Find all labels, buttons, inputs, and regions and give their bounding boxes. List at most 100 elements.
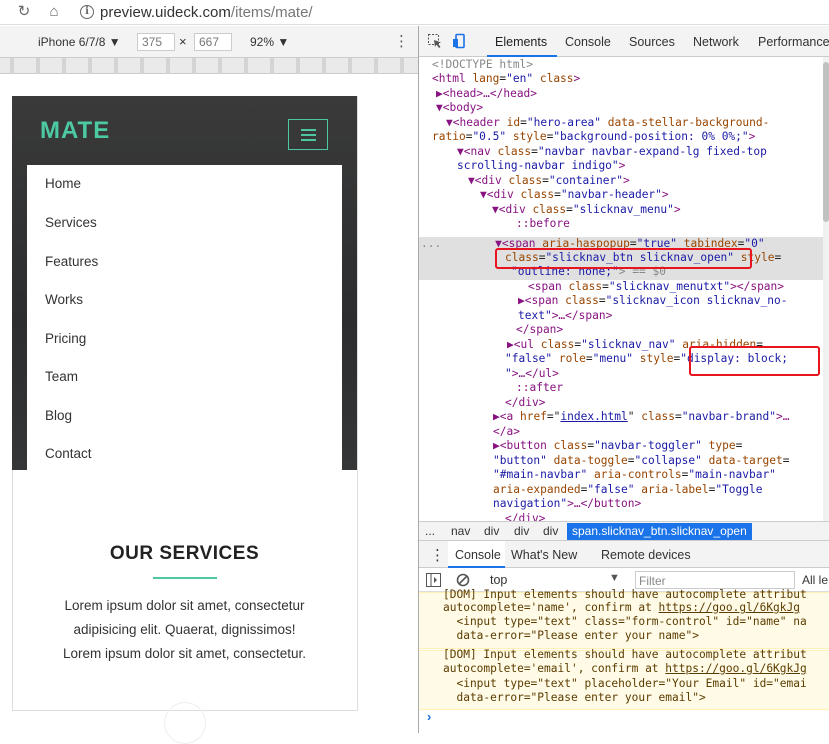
hamburger-icon bbox=[301, 129, 316, 131]
attr-value: "main-navbar" bbox=[688, 468, 776, 481]
line-menu[interactable]: ... bbox=[419, 237, 441, 250]
elements-scrollbar[interactable] bbox=[823, 57, 829, 521]
dom-line[interactable]: ▼<div class="container"> bbox=[419, 174, 829, 189]
dom-line[interactable]: </div> bbox=[419, 512, 829, 521]
attr-name: class bbox=[641, 410, 675, 423]
dom-line[interactable]: <span class="slicknav_menutxt"></span> bbox=[419, 280, 829, 295]
dom-line[interactable]: text">…</span> bbox=[419, 309, 829, 324]
dom-line[interactable]: <html lang="en" class> bbox=[419, 72, 829, 87]
tab-network[interactable]: Network bbox=[693, 35, 739, 49]
breadcrumb-item[interactable]: div bbox=[484, 524, 499, 538]
dom-line[interactable]: ▶<button class="navbar-toggler" type= bbox=[419, 439, 829, 454]
href-link[interactable]: index.html bbox=[560, 410, 627, 423]
menu-item-features[interactable]: Features bbox=[45, 254, 98, 269]
site-logo[interactable]: MATE bbox=[40, 117, 110, 145]
attr-value: "navbar-toggler" bbox=[594, 439, 702, 452]
dom-line[interactable]: ::before bbox=[419, 217, 829, 232]
console-text: autocomplete='email', confirm at bbox=[443, 662, 666, 675]
dom-line[interactable]: "button" data-toggle="collapse" data-tar… bbox=[419, 454, 829, 469]
breadcrumb-item[interactable]: div bbox=[514, 524, 529, 538]
breadcrumb-item-selected[interactable]: span.slicknav_btn.slicknav_open bbox=[567, 523, 752, 540]
attr-name: style bbox=[639, 352, 674, 365]
dom-line[interactable]: aria-expanded="false" aria-label="Toggle bbox=[419, 483, 829, 498]
dom-line[interactable]: ▶<span class="slicknav_icon slicknav_no- bbox=[419, 294, 829, 309]
context-select[interactable]: top bbox=[490, 573, 507, 587]
dom-line[interactable]: scrolling-navbar indigo"> bbox=[419, 159, 829, 174]
attr-name: lang bbox=[472, 72, 500, 85]
clear-console-icon[interactable] bbox=[456, 573, 470, 587]
menu-item-blog[interactable]: Blog bbox=[45, 408, 72, 423]
menu-item-works[interactable]: Works bbox=[45, 292, 83, 307]
dom-line[interactable]: </div> bbox=[419, 396, 829, 411]
menu-item-contact[interactable]: Contact bbox=[45, 446, 92, 461]
console-msg-line: [DOM] Input elements should have autocom… bbox=[443, 648, 807, 661]
drawer-tab-whats-new[interactable]: What's New bbox=[511, 548, 577, 562]
breadcrumb-item[interactable]: nav bbox=[451, 524, 470, 538]
dom-line[interactable]: <!DOCTYPE html> bbox=[419, 58, 829, 73]
home-icon[interactable]: ⌂ bbox=[44, 3, 64, 21]
tab-elements[interactable]: Elements bbox=[495, 35, 547, 49]
tag: > bbox=[661, 188, 669, 201]
console-text: autocomplete='name', confirm at bbox=[443, 601, 659, 614]
dom-line[interactable]: </span> bbox=[419, 323, 829, 338]
tab-sources[interactable]: Sources bbox=[629, 35, 675, 49]
tag: > bbox=[573, 72, 581, 85]
attr-name: class bbox=[540, 338, 575, 351]
menu-toggle-button[interactable] bbox=[288, 119, 328, 150]
console-prompt[interactable]: › bbox=[427, 709, 431, 724]
info-icon[interactable]: i bbox=[80, 5, 94, 19]
breadcrumb: ... nav div div div span.slicknav_btn.sl… bbox=[419, 521, 829, 540]
dom-line[interactable]: ▶<head>…</head> bbox=[419, 87, 829, 102]
attr-name: class bbox=[565, 294, 599, 307]
console-msg-line: <input type="text" placeholder="Your Ema… bbox=[443, 677, 807, 690]
dom-line[interactable]: ▼<header id="hero-area" data-stellar-bac… bbox=[419, 116, 829, 131]
tab-console[interactable]: Console bbox=[565, 35, 611, 49]
tab-performance[interactable]: Performance bbox=[758, 35, 829, 49]
width-input[interactable]: 375 bbox=[137, 33, 175, 51]
drawer-tab-console[interactable]: Console bbox=[455, 548, 501, 562]
levels-select[interactable]: All le bbox=[802, 573, 828, 587]
console-link[interactable]: https://goo.gl/6KgkJg bbox=[665, 662, 806, 675]
breadcrumb-item[interactable]: div bbox=[543, 524, 558, 538]
chevron-down-icon[interactable]: ▼ bbox=[609, 572, 620, 584]
dom-line[interactable]: </a> bbox=[419, 425, 829, 440]
dom-line[interactable]: ▼<div class="slicknav_menu"> bbox=[419, 203, 829, 218]
url-host: preview.uideck.com bbox=[100, 4, 231, 21]
dom-line[interactable]: ▼<body> bbox=[419, 101, 829, 116]
height-input[interactable]: 667 bbox=[194, 33, 232, 51]
breadcrumb-item[interactable]: ... bbox=[425, 524, 435, 538]
drawer-menu-icon[interactable]: ⋮ bbox=[430, 546, 445, 564]
more-options-icon[interactable]: ⋮ bbox=[394, 32, 409, 50]
device-toolbar: iPhone 6/7/8 ▼ 375 × 667 92% ▼ ⋮ bbox=[0, 26, 418, 58]
sidebar-toggle-icon[interactable] bbox=[426, 573, 441, 587]
dom-line[interactable]: "#main-navbar" aria-controls="main-navba… bbox=[419, 468, 829, 483]
filter-input[interactable]: Filter bbox=[635, 571, 795, 589]
reload-icon[interactable]: ↻ bbox=[14, 3, 34, 21]
slicknav-menu bbox=[27, 165, 342, 470]
tag: ▼<div bbox=[480, 188, 514, 201]
attr-value: "slicknav_icon slicknav_no- bbox=[605, 294, 788, 307]
menu-item-pricing[interactable]: Pricing bbox=[45, 331, 86, 346]
attr-name: class bbox=[539, 72, 574, 85]
highlight-box-style bbox=[689, 346, 820, 376]
dom-line[interactable]: ▶<a href="index.html" class="navbar-bran… bbox=[419, 410, 829, 425]
dom-line[interactable]: ::after bbox=[419, 381, 829, 396]
attr-name: href bbox=[519, 410, 547, 423]
dom-line[interactable]: navigation">…</button> bbox=[419, 497, 829, 512]
dom-line[interactable]: ▼<nav class="navbar navbar-expand-lg fix… bbox=[419, 145, 829, 160]
device-select[interactable]: iPhone 6/7/8 ▼ bbox=[38, 35, 121, 49]
zoom-select[interactable]: 92% ▼ bbox=[250, 35, 289, 49]
drawer-tabbar: ⋮ Console What's New Remote devices bbox=[419, 540, 829, 568]
inspect-element-icon[interactable] bbox=[427, 33, 443, 49]
url-field[interactable]: preview.uideck.com/items/mate/ bbox=[100, 4, 313, 21]
dom-line[interactable]: ▼<div class="navbar-header"> bbox=[419, 188, 829, 203]
drawer-tab-remote-devices[interactable]: Remote devices bbox=[601, 548, 691, 562]
menu-item-home[interactable]: Home bbox=[45, 176, 81, 191]
menu-item-services[interactable]: Services bbox=[45, 215, 97, 230]
device-toggle-icon[interactable] bbox=[452, 33, 468, 49]
scrollbar-thumb[interactable] bbox=[823, 62, 829, 222]
console-msg-line: data-error="Please enter your name"> bbox=[443, 629, 699, 642]
console-link[interactable]: https://goo.gl/6KgkJg bbox=[659, 601, 800, 614]
dom-line[interactable]: ratio="0.5" style="background-position: … bbox=[419, 130, 829, 145]
menu-item-team[interactable]: Team bbox=[45, 369, 78, 384]
